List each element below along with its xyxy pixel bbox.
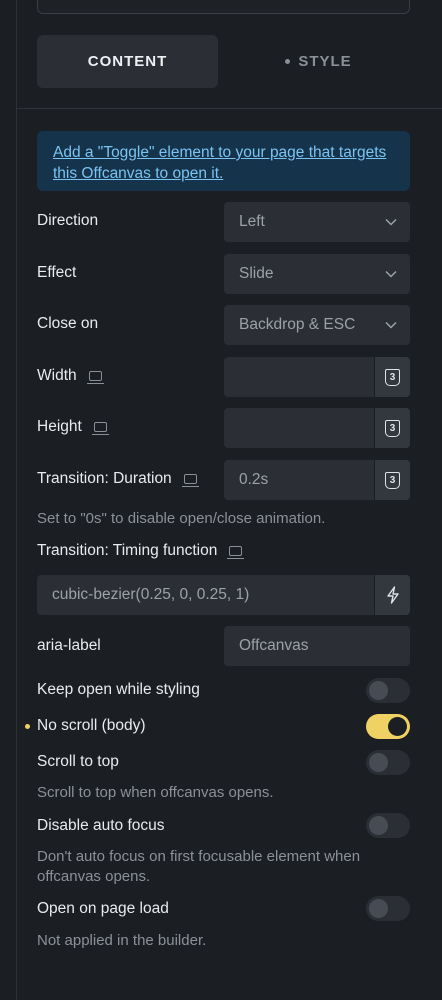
css3-icon: 3 [385, 419, 400, 437]
css-button[interactable]: 3 [374, 357, 410, 397]
tab-content[interactable]: CONTENT [37, 35, 218, 88]
effect-select[interactable]: Slide [224, 254, 410, 294]
divider [17, 108, 442, 109]
toggle-knob [369, 753, 388, 772]
tab-style[interactable]: STYLE [228, 35, 409, 88]
height-label: Height [37, 418, 109, 436]
monitor-icon[interactable] [227, 546, 245, 559]
monitor-icon[interactable] [91, 422, 109, 435]
scroll-top-label: Scroll to top [37, 753, 119, 770]
toggle-knob [388, 717, 407, 736]
aria-label-label: aria-label [37, 637, 101, 654]
duration-input[interactable] [224, 460, 372, 500]
css3-icon: 3 [385, 368, 400, 386]
chevron-down-icon [385, 270, 397, 278]
info-link[interactable]: Add a "Toggle" element to your page that… [53, 144, 386, 182]
aria-label-field[interactable] [224, 626, 410, 666]
height-input[interactable] [224, 408, 372, 448]
keep-open-toggle[interactable] [366, 678, 410, 703]
scroll-top-help: Scroll to top when offcanvas opens. [37, 784, 274, 801]
top-field[interactable] [37, 0, 410, 14]
open-load-toggle[interactable] [366, 896, 410, 921]
aria-label-input[interactable] [224, 626, 404, 666]
no-scroll-label: No scroll (body) [37, 717, 146, 734]
close-on-value: Backdrop & ESC [239, 316, 356, 333]
close-on-select[interactable]: Backdrop & ESC [224, 305, 410, 345]
timing-input[interactable] [37, 575, 357, 615]
tab-content-label: CONTENT [87, 53, 168, 70]
open-load-label: Open on page load [37, 900, 169, 917]
info-box: Add a "Toggle" element to your page that… [37, 131, 410, 191]
effect-value: Slide [239, 265, 274, 282]
close-on-label: Close on [37, 315, 99, 332]
dynamic-data-button[interactable] [374, 575, 410, 615]
toggle-knob [369, 681, 388, 700]
open-load-help: Not applied in the builder. [37, 932, 207, 949]
disable-focus-toggle[interactable] [366, 813, 410, 838]
chevron-down-icon [385, 218, 397, 226]
monitor-icon[interactable] [181, 474, 199, 487]
duration-label: Transition: Duration [37, 470, 199, 488]
width-input[interactable] [224, 357, 372, 397]
tab-style-dot [285, 59, 291, 64]
direction-select[interactable]: Left [224, 202, 410, 242]
changed-indicator [25, 724, 30, 729]
timing-label: Transition: Timing function [37, 542, 245, 560]
width-field[interactable]: 3 [224, 357, 410, 397]
toggle-knob [369, 899, 388, 918]
no-scroll-toggle[interactable] [366, 714, 410, 739]
keep-open-label: Keep open while styling [37, 681, 200, 698]
css3-icon: 3 [385, 471, 400, 489]
direction-label: Direction [37, 212, 99, 229]
toggle-knob [369, 816, 388, 835]
effect-label: Effect [37, 264, 77, 281]
css-button[interactable]: 3 [374, 460, 410, 500]
timing-field[interactable] [37, 575, 410, 615]
chevron-down-icon [385, 321, 397, 329]
css-button[interactable]: 3 [374, 408, 410, 448]
direction-value: Left [239, 213, 265, 230]
tab-style-label: STYLE [298, 53, 352, 70]
bolt-icon [386, 586, 399, 604]
disable-focus-label: Disable auto focus [37, 817, 165, 834]
height-field[interactable]: 3 [224, 408, 410, 448]
monitor-icon[interactable] [86, 371, 104, 384]
duration-help: Set to "0s" to disable open/close animat… [37, 510, 326, 527]
scroll-top-toggle[interactable] [366, 750, 410, 775]
width-label: Width [37, 367, 104, 385]
duration-field[interactable]: 3 [224, 460, 410, 500]
disable-focus-help: Don't auto focus on first focusable elem… [37, 848, 361, 885]
